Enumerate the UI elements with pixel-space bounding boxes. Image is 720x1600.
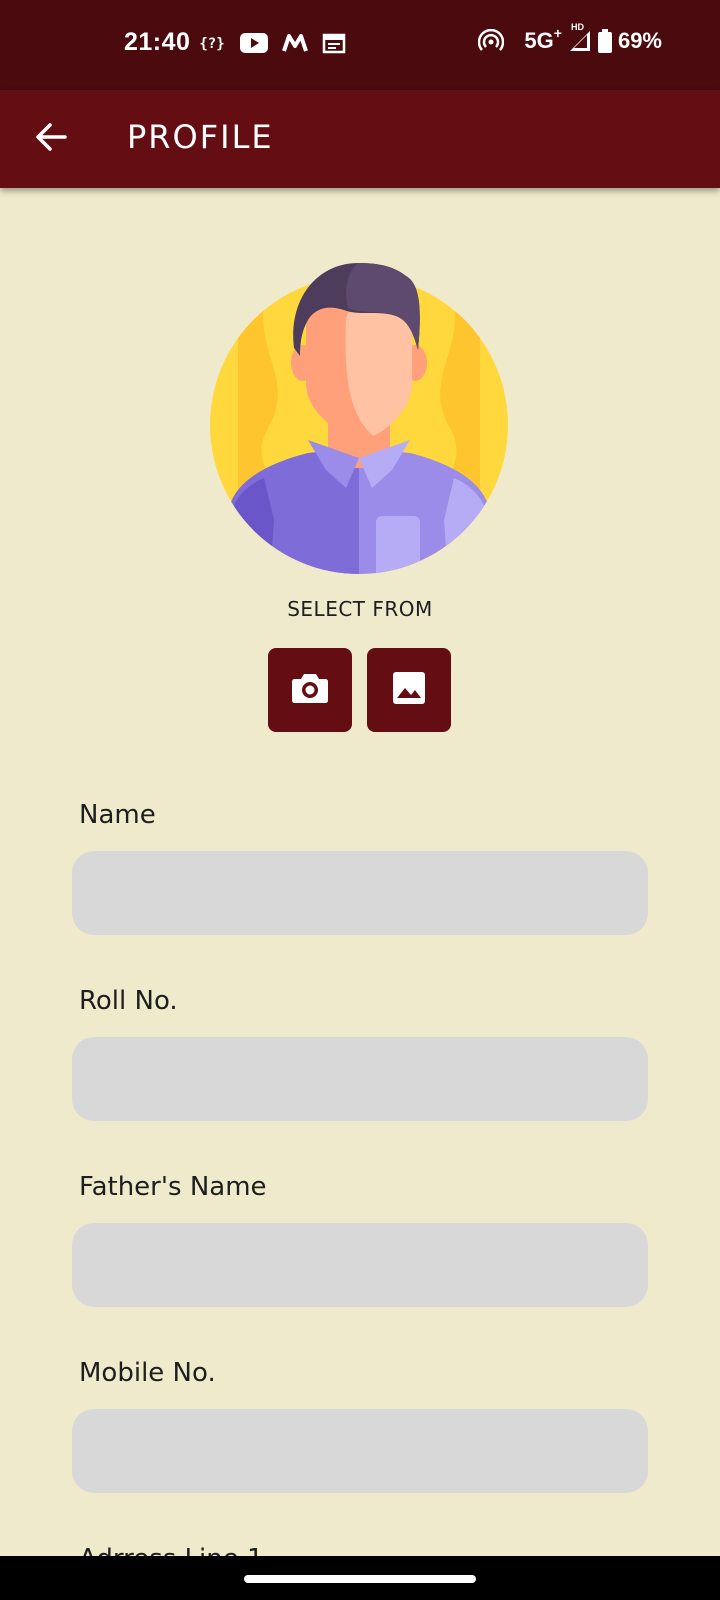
network-plus: + (553, 25, 562, 41)
page-title: PROFILE (127, 118, 274, 156)
profile-avatar (208, 258, 510, 578)
fathers-name-label: Father's Name (79, 1172, 267, 1202)
calendar-icon (322, 30, 346, 56)
network-type: 5G (524, 28, 554, 53)
home-gesture-handle[interactable] (244, 1575, 476, 1583)
svg-text:{?}: {?} (199, 36, 224, 52)
name-label: Name (79, 800, 156, 830)
profile-screen: 21:40 {?} 5G + HD 69% PROFILE SELECT FRO… (0, 0, 720, 1600)
roll-no-label: Roll No. (79, 986, 178, 1016)
fathers-name-field[interactable] (72, 1223, 648, 1307)
hd-badge: HD (570, 22, 584, 32)
battery-icon (597, 28, 612, 54)
gallery-button[interactable] (367, 648, 451, 732)
app-bar: PROFILE (0, 90, 720, 188)
camera-icon (291, 672, 329, 708)
roll-no-field[interactable] (72, 1037, 648, 1121)
m-app-icon (282, 30, 308, 56)
select-from-label: SELECT FROM (287, 597, 433, 621)
image-icon (392, 671, 426, 709)
signal-icon: HD (568, 22, 592, 54)
youtube-icon (240, 30, 268, 56)
mobile-no-field[interactable] (72, 1409, 648, 1493)
status-bar: 21:40 {?} 5G + HD 69% (0, 0, 720, 90)
name-field[interactable] (72, 851, 648, 935)
camera-button[interactable] (268, 648, 352, 732)
back-button[interactable] (26, 114, 76, 164)
hotspot-icon (478, 28, 505, 54)
battery-percent: 69% (617, 28, 662, 53)
status-notification-icons: {?} (198, 30, 346, 56)
status-system-icons: 5G + HD 69% (478, 22, 662, 54)
data-saver-icon: {?} (198, 30, 226, 56)
mobile-no-label: Mobile No. (79, 1358, 216, 1388)
arrow-left-icon (35, 122, 67, 156)
status-time: 21:40 (124, 28, 191, 56)
